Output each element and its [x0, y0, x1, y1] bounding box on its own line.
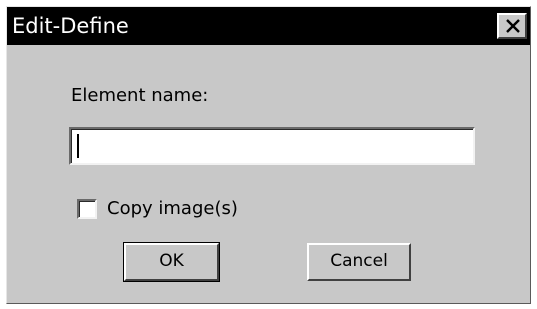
title-bar[interactable]: Edit-Define: [7, 7, 530, 45]
text-caret: [77, 134, 79, 158]
edit-define-dialog: Edit-Define Element name: Copy image(s) …: [6, 6, 531, 304]
copy-images-checkbox[interactable]: [77, 199, 97, 219]
close-icon: [506, 19, 520, 33]
window-title: Edit-Define: [12, 14, 129, 38]
copy-images-label[interactable]: Copy image(s): [107, 197, 238, 221]
close-button[interactable]: [497, 13, 527, 39]
element-name-label: Element name:: [71, 85, 209, 106]
element-name-input[interactable]: [69, 127, 475, 165]
cancel-button[interactable]: Cancel: [307, 243, 411, 281]
ok-button[interactable]: OK: [123, 242, 220, 282]
